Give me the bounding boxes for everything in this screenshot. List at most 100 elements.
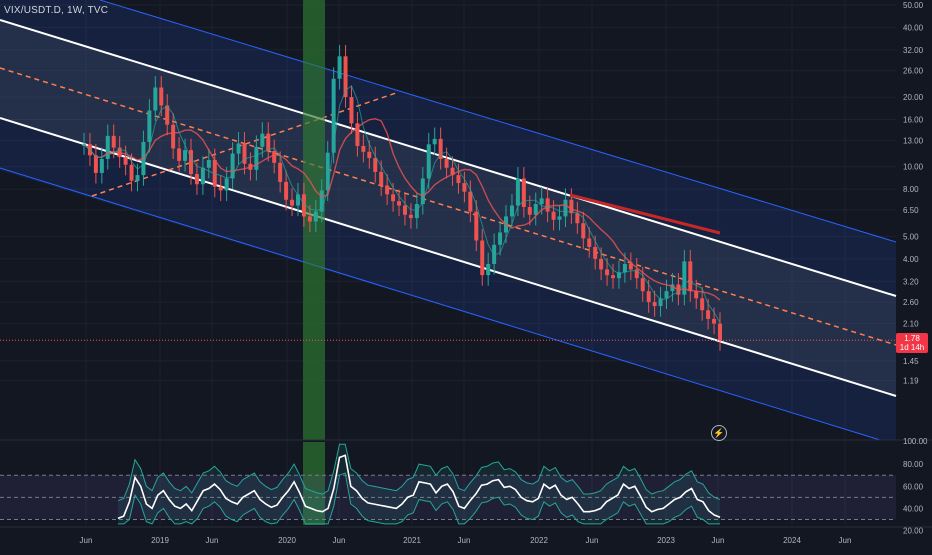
- time-axis-label: Jun: [80, 536, 93, 545]
- price-candle: [188, 150, 193, 175]
- time-axis-label: 2020: [278, 536, 296, 545]
- rsi-axis-label: 20.00: [903, 527, 924, 536]
- price-candle: [307, 216, 312, 222]
- price-axis-label: 40.00: [903, 23, 924, 32]
- price-candle: [224, 178, 229, 191]
- chart-area[interactable]: 50.00 40.00 32.00 26.00 20.00 16.00 13.00 10.00…: [0, 0, 932, 550]
- price-candle: [456, 175, 461, 184]
- price-axis-label: 3.20: [903, 277, 919, 286]
- price-badge: 1.78 1d 14h: [896, 333, 928, 354]
- price-candle: [99, 159, 104, 173]
- price-candle: [688, 261, 693, 292]
- price-candle: [551, 211, 556, 220]
- price-axis-label: 2.10: [903, 320, 919, 329]
- price-candle: [498, 232, 503, 245]
- price-candle: [414, 204, 419, 219]
- price-axis-label: 8.00: [903, 185, 919, 194]
- price-candle: [640, 278, 645, 292]
- price-candle: [147, 110, 152, 142]
- price-axis-label: 13.00: [903, 136, 924, 145]
- price-candle: [611, 275, 616, 279]
- price-candle: [575, 213, 580, 224]
- time-axis-label: 2023: [657, 536, 675, 545]
- price-candle: [486, 263, 491, 276]
- price-candle: [646, 291, 651, 303]
- time-axis-label: 2021: [403, 536, 421, 545]
- price-axis-label: 2.60: [903, 298, 919, 307]
- price-candle: [509, 205, 514, 217]
- price-candle: [361, 145, 366, 152]
- price-candle: [706, 310, 711, 319]
- price-candle: [373, 158, 378, 172]
- price-badge-countdown: 1d 14h: [899, 343, 925, 353]
- price-candle: [135, 175, 140, 181]
- price-axis-label: 16.00: [903, 116, 924, 125]
- price-candle: [462, 183, 467, 192]
- price-candle: [230, 153, 235, 179]
- price-axis-label: 4.00: [903, 255, 919, 264]
- time-axis-label: Jun: [839, 536, 852, 545]
- price-axis-label: 32.00: [903, 46, 924, 55]
- time-axis-label: Jun: [458, 536, 471, 545]
- price-candle: [539, 198, 544, 205]
- price-axis-label: 26.00: [903, 67, 924, 76]
- time-axis-label: 2024: [783, 536, 801, 545]
- price-candle: [700, 298, 705, 311]
- price-candle: [664, 291, 669, 299]
- price-candle: [397, 201, 402, 206]
- symbol-header[interactable]: VIX/USDT.D, 1W, TVC: [4, 5, 108, 16]
- price-chart: 50.00 40.00 32.00 26.00 20.00 16.00 13.00 10.00…: [0, 0, 932, 550]
- price-candle: [587, 238, 592, 247]
- rsi-axis-label: 60.00: [903, 482, 924, 491]
- price-candle: [284, 181, 289, 200]
- price-candle: [266, 133, 271, 151]
- price-candle: [391, 194, 396, 202]
- price-candle: [432, 138, 437, 145]
- price-candle: [605, 269, 610, 276]
- price-candle: [254, 146, 259, 170]
- price-candle: [171, 124, 176, 149]
- price-candle: [694, 291, 699, 299]
- price-badge-value: 1.78: [904, 334, 920, 344]
- price-candle: [367, 151, 372, 159]
- price-candle: [278, 162, 283, 182]
- price-candle: [712, 318, 717, 324]
- price-candle: [349, 97, 354, 124]
- price-candle: [200, 167, 205, 185]
- rsi-axis-label: 80.00: [903, 460, 924, 469]
- price-axis-label: 1.19: [903, 377, 919, 386]
- time-axis-label: Jun: [712, 536, 725, 545]
- price-candle: [622, 263, 627, 273]
- price-candle: [474, 211, 479, 241]
- price-candle: [129, 164, 134, 181]
- price-candle: [385, 185, 390, 195]
- price-candle: [313, 211, 318, 222]
- time-axis-label: Jun: [333, 536, 346, 545]
- price-candle: [593, 246, 598, 259]
- price-axis-label: 5.00: [903, 232, 919, 241]
- price-candle: [408, 214, 413, 219]
- price-candle: [194, 174, 199, 185]
- price-candle: [177, 148, 182, 161]
- rsi-axis-label: 100.00: [903, 437, 928, 446]
- price-candle: [272, 150, 277, 163]
- price-candle: [236, 143, 241, 154]
- time-axis-label: 2022: [530, 536, 548, 545]
- price-candle: [325, 152, 330, 191]
- price-candle: [557, 216, 562, 220]
- price-candle: [515, 178, 520, 206]
- price-candle: [295, 194, 300, 206]
- price-candle: [183, 150, 188, 161]
- price-axis-label: 20.00: [903, 93, 924, 102]
- price-candle: [444, 159, 449, 168]
- rsi-axis-label: 40.00: [903, 504, 924, 513]
- price-candle: [563, 199, 568, 217]
- price-candle: [111, 135, 116, 148]
- price-candle: [153, 87, 158, 111]
- price-candle: [159, 87, 164, 106]
- lightning-icon[interactable]: ⚡: [711, 425, 727, 441]
- price-candle: [545, 198, 550, 212]
- price-candle: [426, 144, 431, 179]
- price-candle: [468, 191, 473, 212]
- price-axis-label: 1.45: [903, 357, 919, 366]
